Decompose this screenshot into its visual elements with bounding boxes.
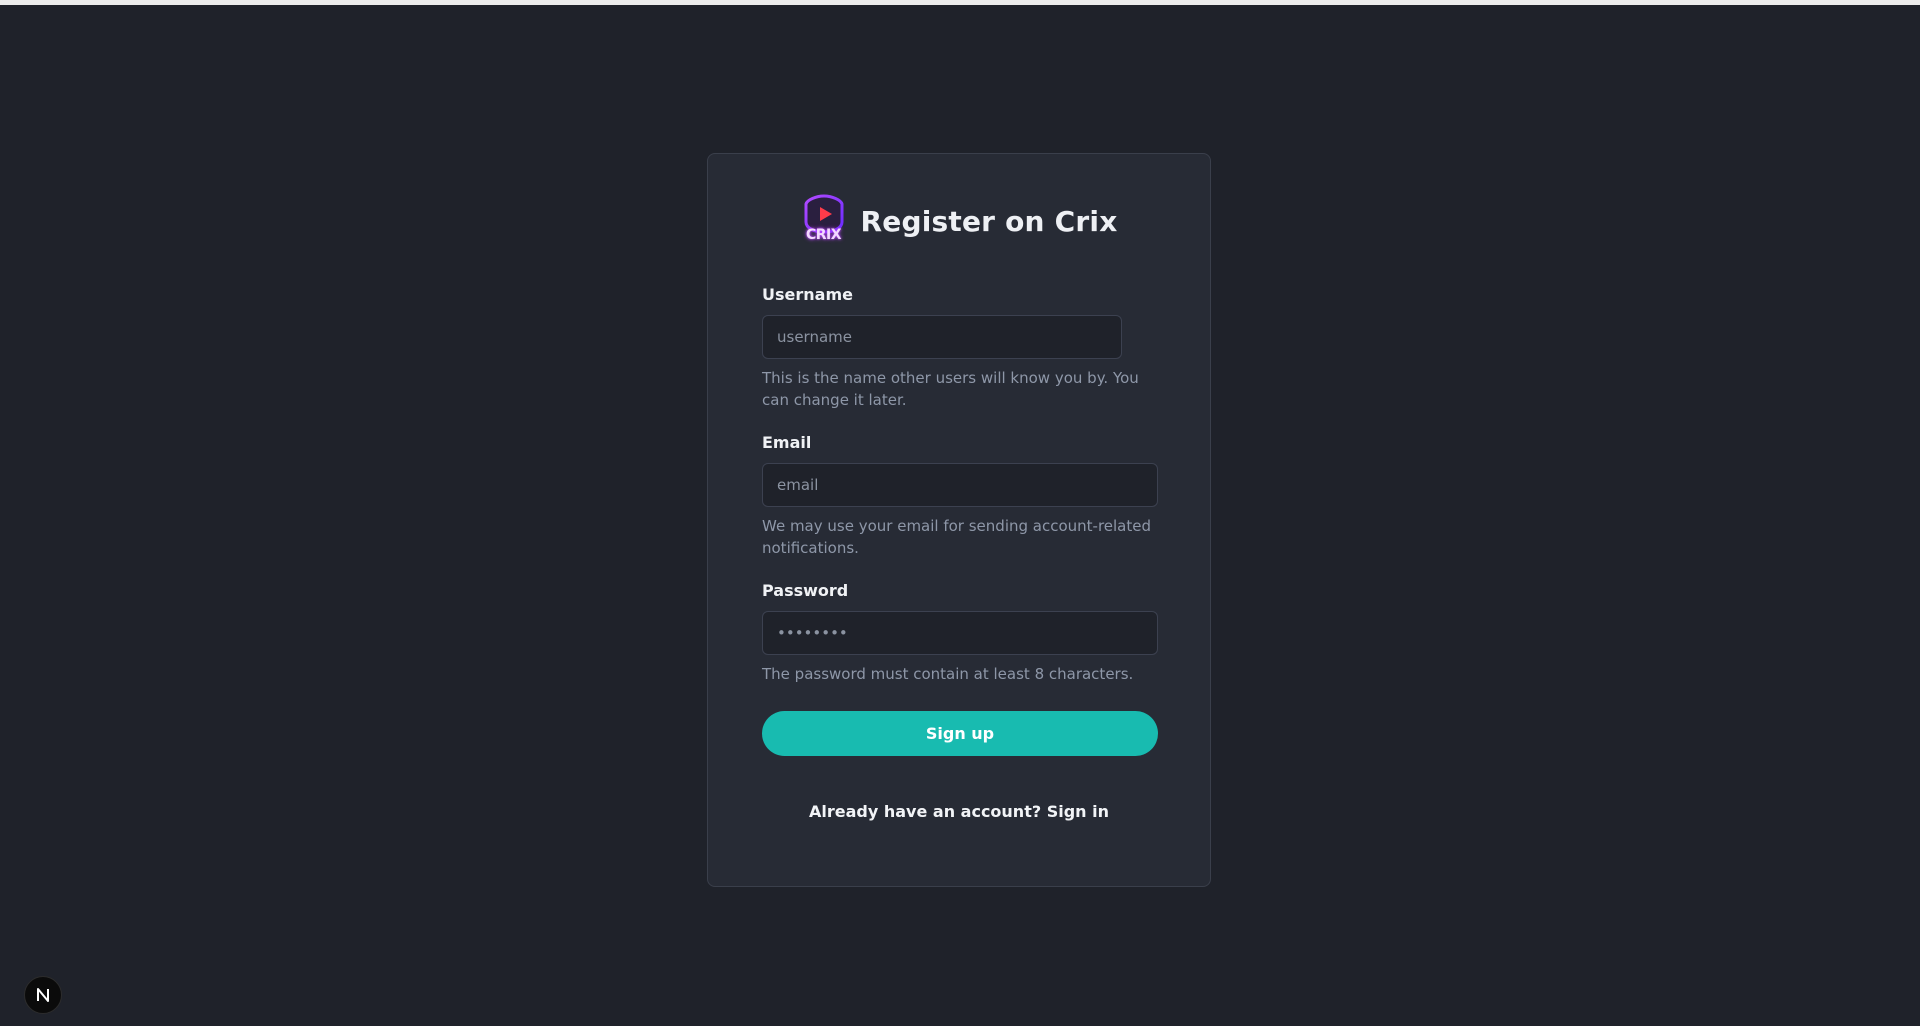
sign-up-button[interactable]: Sign up xyxy=(762,711,1158,756)
logo-text: CRIX xyxy=(806,227,842,243)
sign-in-link[interactable]: Sign in xyxy=(1047,802,1109,821)
register-card: CRIX Register on Crix Username This is t… xyxy=(707,153,1211,887)
email-label: Email xyxy=(762,433,812,452)
n-logo-icon xyxy=(37,988,49,1002)
username-help: This is the name other users will know y… xyxy=(762,369,1139,409)
next-dev-badge[interactable] xyxy=(24,976,62,1014)
username-label: Username xyxy=(762,285,853,304)
email-help: We may use your email for sending accoun… xyxy=(762,517,1152,557)
crix-logo: CRIX xyxy=(801,194,847,248)
password-label: Password xyxy=(762,581,849,600)
page-title: Register on Crix xyxy=(860,204,1118,238)
email-input[interactable] xyxy=(762,463,1158,507)
top-edge-bar xyxy=(0,0,1920,5)
sign-in-prompt-text: Already have an account? xyxy=(809,802,1042,821)
card-header: CRIX Register on Crix xyxy=(708,194,1210,248)
username-input[interactable] xyxy=(762,315,1122,359)
sign-in-prompt: Already have an account? Sign in xyxy=(708,802,1210,821)
password-help: The password must contain at least 8 cha… xyxy=(762,665,1134,683)
password-input[interactable] xyxy=(762,611,1158,655)
